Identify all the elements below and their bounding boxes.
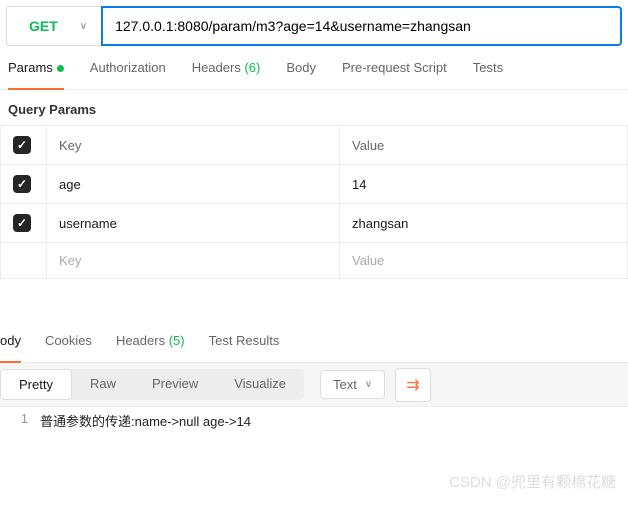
format-label: Text bbox=[333, 377, 357, 392]
view-preview[interactable]: Preview bbox=[134, 369, 216, 400]
view-visualize[interactable]: Visualize bbox=[216, 369, 304, 400]
param-key-placeholder[interactable]: Key bbox=[47, 243, 340, 279]
tab-response-body[interactable]: ody bbox=[0, 333, 21, 363]
response-body[interactable]: 1 普通参数的传递:name->null age->14 bbox=[0, 407, 628, 434]
checkbox-icon[interactable] bbox=[13, 175, 31, 193]
tab-response-headers-label: Headers bbox=[116, 333, 165, 348]
http-method-label: GET bbox=[29, 18, 58, 34]
tab-test-results[interactable]: Test Results bbox=[209, 333, 280, 356]
wrap-lines-button[interactable]: ⇉ bbox=[395, 368, 430, 402]
params-active-dot bbox=[57, 65, 64, 72]
tab-prerequest[interactable]: Pre-request Script bbox=[342, 60, 447, 83]
watermark: CSDN @兜里有颗棉花糖 bbox=[449, 471, 616, 492]
view-toolbar: Pretty Raw Preview Visualize Text ∨ ⇉ bbox=[0, 363, 628, 407]
header-key: Key bbox=[47, 126, 340, 165]
tab-params[interactable]: Params bbox=[8, 60, 64, 90]
view-pretty[interactable]: Pretty bbox=[0, 369, 72, 400]
table-row[interactable]: username zhangsan bbox=[1, 204, 628, 243]
chevron-down-icon: ∨ bbox=[365, 379, 372, 390]
header-value: Value bbox=[340, 126, 628, 165]
format-select[interactable]: Text ∨ bbox=[320, 370, 385, 399]
response-line: 普通参数的传递:name->null age->14 bbox=[40, 411, 251, 430]
checkbox-icon bbox=[13, 136, 31, 154]
tab-authorization[interactable]: Authorization bbox=[90, 60, 166, 83]
chevron-down-icon: ∨ bbox=[80, 21, 87, 32]
query-params-title: Query Params bbox=[0, 90, 628, 125]
tab-body[interactable]: Body bbox=[286, 60, 316, 83]
param-key-cell[interactable]: username bbox=[47, 204, 340, 243]
tab-cookies[interactable]: Cookies bbox=[45, 333, 92, 356]
headers-count: (6) bbox=[244, 60, 260, 75]
table-row[interactable]: age 14 bbox=[1, 165, 628, 204]
response-headers-count: (5) bbox=[169, 333, 185, 348]
param-value-cell[interactable]: 14 bbox=[340, 165, 628, 204]
param-value-cell[interactable]: zhangsan bbox=[340, 204, 628, 243]
url-input[interactable] bbox=[101, 6, 622, 46]
header-checkbox-cell[interactable] bbox=[1, 126, 47, 165]
line-number: 1 bbox=[0, 411, 40, 430]
query-params-table: Key Value age 14 username zhangsan Key V… bbox=[0, 125, 628, 279]
tab-response-headers[interactable]: Headers (5) bbox=[116, 333, 185, 356]
wrap-icon: ⇉ bbox=[406, 377, 419, 394]
tab-params-label: Params bbox=[8, 60, 53, 75]
tab-headers-label: Headers bbox=[192, 60, 241, 75]
tab-headers[interactable]: Headers (6) bbox=[192, 60, 261, 83]
param-key-cell[interactable]: age bbox=[47, 165, 340, 204]
tab-tests[interactable]: Tests bbox=[473, 60, 503, 83]
request-tabs: Params Authorization Headers (6) Body Pr… bbox=[0, 46, 628, 90]
http-method-select[interactable]: GET ∨ bbox=[6, 6, 101, 46]
param-value-placeholder[interactable]: Value bbox=[340, 243, 628, 279]
view-mode-group: Pretty Raw Preview Visualize bbox=[0, 369, 304, 400]
table-row-new[interactable]: Key Value bbox=[1, 243, 628, 279]
checkbox-icon[interactable] bbox=[13, 214, 31, 232]
response-tabs: ody Cookies Headers (5) Test Results bbox=[0, 327, 628, 363]
view-raw[interactable]: Raw bbox=[72, 369, 134, 400]
